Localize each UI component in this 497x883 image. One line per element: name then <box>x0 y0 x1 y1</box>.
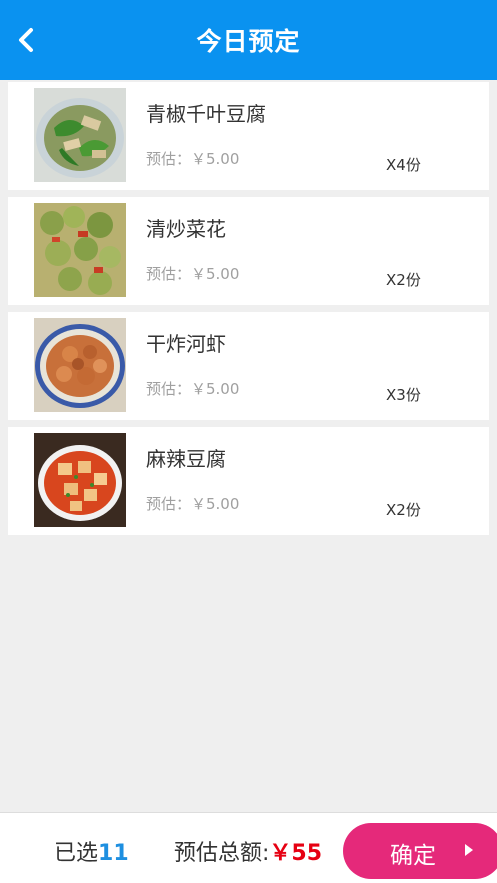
dish-quantity: X4份 <box>386 156 421 174</box>
list-item[interactable]: 清炒菜花 预估：￥5.00 X2份 <box>8 197 489 305</box>
dish-price: 预估：￥5.00 <box>146 495 240 513</box>
chevron-left-icon <box>19 28 33 52</box>
dish-price: 预估：￥5.00 <box>146 265 240 283</box>
selected-count: 11 <box>98 841 129 866</box>
bottom-bar: 已选11 预估总额:￥55 确定 <box>0 812 497 883</box>
dish-quantity: X2份 <box>386 271 421 289</box>
list-item[interactable]: 青椒千叶豆腐 预估：￥5.00 X4份 <box>8 82 489 190</box>
dish-image <box>34 88 126 182</box>
dish-image <box>34 433 126 527</box>
dish-quantity: X3份 <box>386 386 421 404</box>
back-button[interactable] <box>8 22 44 58</box>
list-item[interactable]: 干炸河虾 预估：￥5.00 X3份 <box>8 312 489 420</box>
selected-label: 已选 <box>54 841 99 866</box>
estimated-total: 预估总额:￥55 <box>174 835 322 867</box>
caret-right-icon <box>465 844 473 856</box>
dish-name: 清炒菜花 <box>146 217 226 241</box>
dish-quantity: X2份 <box>386 501 421 519</box>
dish-price: 预估：￥5.00 <box>146 150 240 168</box>
dish-name: 麻辣豆腐 <box>146 447 226 471</box>
list-item[interactable]: 麻辣豆腐 预估：￥5.00 X2份 <box>8 427 489 535</box>
dish-name: 干炸河虾 <box>146 332 226 356</box>
total-amount: ￥55 <box>269 841 323 866</box>
confirm-label: 确定 <box>390 843 436 869</box>
dish-price: 预估：￥5.00 <box>146 380 240 398</box>
dish-image <box>34 318 126 412</box>
selected-count-text: 已选11 <box>54 835 129 867</box>
top-bar: 今日预定 <box>0 0 497 80</box>
dish-image <box>34 203 126 297</box>
confirm-button[interactable]: 确定 <box>343 823 497 879</box>
dish-name: 青椒千叶豆腐 <box>146 102 266 126</box>
page-title: 今日预定 <box>196 27 301 56</box>
total-label: 预估总额: <box>174 841 270 866</box>
